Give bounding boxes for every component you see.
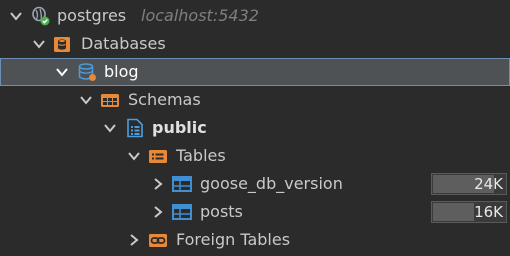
- table-label: goose_db_version: [200, 174, 343, 193]
- tables-folder-icon: [149, 150, 167, 163]
- database-navigator-tree: postgres localhost:5432 Databases blog S…: [0, 2, 510, 254]
- schemas-folder-icon: [101, 94, 119, 107]
- chevron-right-icon[interactable]: [150, 176, 166, 192]
- tree-node-foreign-tables[interactable]: Foreign Tables: [0, 226, 510, 254]
- tree-node-tables[interactable]: Tables: [0, 142, 510, 170]
- tree-node-database-blog[interactable]: blog: [0, 58, 510, 86]
- schemas-label: Schemas: [128, 90, 201, 109]
- foreign-tables-label: Foreign Tables: [176, 230, 291, 249]
- chevron-down-icon[interactable]: [54, 64, 70, 80]
- table-icon: [172, 204, 192, 220]
- table-size-value: 24K: [474, 175, 503, 193]
- table-size-badge: 16K: [431, 201, 507, 223]
- server-host: localhost:5432: [141, 6, 259, 25]
- database-label: blog: [104, 62, 139, 81]
- tables-label: Tables: [176, 146, 226, 165]
- tree-node-schema-public[interactable]: public: [0, 114, 510, 142]
- chevron-right-icon[interactable]: [126, 232, 142, 248]
- schema-label: public: [152, 118, 207, 137]
- chevron-down-icon[interactable]: [126, 148, 142, 164]
- tree-node-table[interactable]: goose_db_version 24K: [0, 170, 510, 198]
- server-label: postgres: [57, 6, 127, 25]
- schema-icon: [127, 118, 143, 138]
- table-label: posts: [200, 202, 243, 221]
- chevron-down-icon[interactable]: [102, 120, 118, 136]
- tree-node-table[interactable]: posts 16K: [0, 198, 510, 226]
- tree-node-server[interactable]: postgres localhost:5432: [0, 2, 510, 30]
- tree-node-databases[interactable]: Databases: [0, 30, 510, 58]
- chevron-down-icon[interactable]: [31, 36, 47, 52]
- table-size-value: 16K: [474, 203, 503, 221]
- tree-node-schemas[interactable]: Schemas: [0, 86, 510, 114]
- foreign-tables-folder-icon: [149, 234, 167, 247]
- chevron-right-icon[interactable]: [150, 204, 166, 220]
- databases-folder-icon: [54, 37, 70, 52]
- table-size-bar: [433, 203, 474, 221]
- chevron-down-icon[interactable]: [78, 92, 94, 108]
- database-icon: [78, 63, 96, 81]
- databases-label: Databases: [81, 34, 166, 53]
- postgres-server-icon: [32, 6, 50, 26]
- chevron-down-icon[interactable]: [8, 8, 24, 24]
- table-size-badge: 24K: [431, 173, 507, 195]
- table-icon: [172, 176, 192, 192]
